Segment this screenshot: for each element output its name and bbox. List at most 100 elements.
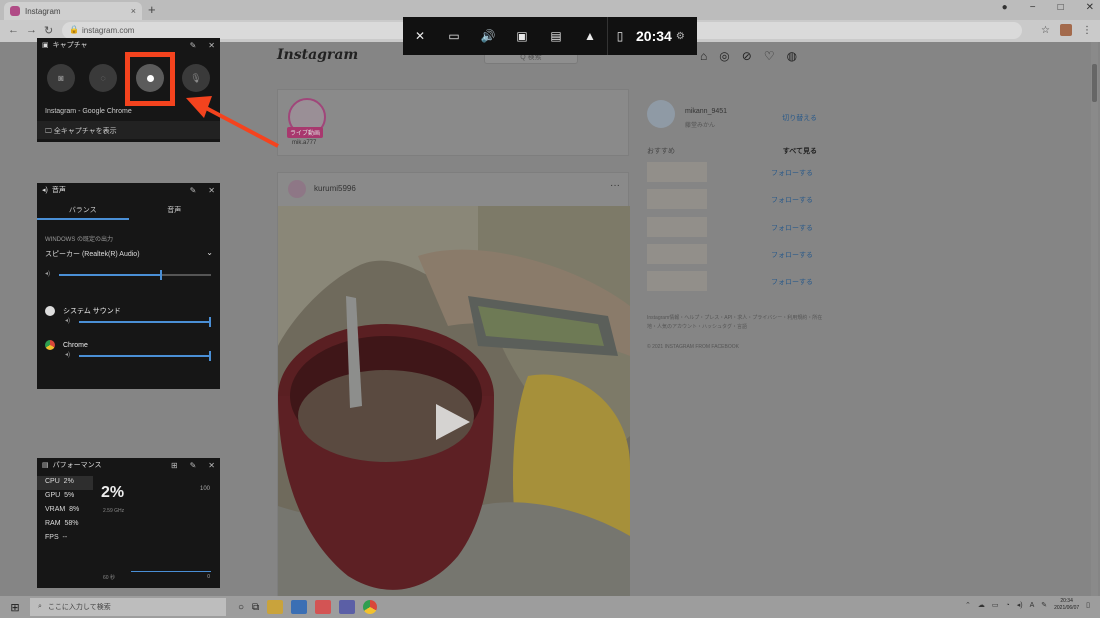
page-scrollbar[interactable] — [1091, 42, 1098, 596]
options-icon[interactable]: ⊞ — [171, 461, 178, 470]
onedrive-icon[interactable]: ☁ — [978, 601, 985, 609]
account-username[interactable]: mikann_9451 — [685, 108, 727, 115]
follow-button[interactable]: フォローする — [771, 195, 813, 205]
mouse-icon[interactable]: ▯ — [608, 17, 632, 55]
app-volume-slider[interactable] — [79, 317, 211, 327]
post-video-thumbnail[interactable] — [278, 206, 630, 596]
tab-voice[interactable]: 音声 — [129, 205, 221, 220]
browser-tab[interactable]: Instagram × — [4, 2, 142, 20]
performance-icon[interactable]: ▤ — [539, 17, 573, 55]
scrollbar-thumb[interactable] — [1092, 64, 1097, 102]
close-window-button[interactable]: ✕ — [1086, 2, 1094, 13]
post-more-icon[interactable]: ··· — [610, 180, 620, 191]
metric-vram[interactable]: VRAM 8% — [37, 504, 93, 518]
close-icon[interactable]: ✕ — [208, 461, 215, 470]
store-icon[interactable] — [315, 600, 332, 614]
follow-button[interactable]: フォローする — [771, 277, 813, 287]
pin-icon[interactable]: ✎ — [190, 186, 197, 195]
reload-icon[interactable]: ↻ — [44, 24, 53, 37]
suggestion-row: フォローする — [647, 244, 817, 266]
graph-duration-label: 60 秒 — [103, 575, 115, 581]
cortana-icon[interactable]: ○ — [238, 602, 244, 613]
settings-gear-icon[interactable]: ⚙ — [676, 31, 685, 42]
file-explorer-icon[interactable] — [267, 600, 284, 614]
account-avatar[interactable] — [647, 100, 675, 128]
teams-icon[interactable] — [339, 600, 356, 614]
follow-button[interactable]: フォローする — [771, 168, 813, 178]
play-icon[interactable] — [436, 404, 470, 440]
coffee-photo — [278, 206, 630, 596]
follow-button[interactable]: フォローする — [771, 250, 813, 260]
xbox-icon[interactable]: ✕ — [403, 17, 437, 55]
feed-post: kurumi5996 ··· — [277, 172, 630, 596]
mic-toggle-button[interactable]: 🎙 — [182, 64, 210, 92]
chrome-taskbar-icon[interactable] — [363, 600, 378, 614]
instagram-logo[interactable]: Instagram — [277, 47, 358, 63]
explore-compass-icon[interactable]: ⊘ — [742, 49, 752, 63]
performance-widget-header: ▤ パフォーマンス ⊞ ✎ ✕ — [37, 458, 220, 472]
back-arrow-icon[interactable]: ← — [8, 24, 19, 36]
master-volume-knob[interactable] — [160, 270, 163, 280]
pin-icon[interactable]: ✎ — [190, 461, 197, 470]
minimize-button[interactable]: − — [1030, 2, 1036, 13]
ime-icon[interactable]: A — [1030, 602, 1035, 609]
task-view-icon[interactable]: ⧉ — [252, 602, 259, 613]
forward-arrow-icon[interactable]: → — [26, 24, 37, 36]
tab-close-icon[interactable]: × — [131, 6, 136, 16]
taskbar-search-placeholder: ここに入力して検索 — [47, 604, 111, 611]
close-icon[interactable]: ✕ — [208, 41, 215, 50]
footer-links[interactable]: Instagram情報・ヘルプ・プレス・API・求人・プライバシー・利用規約・所… — [647, 314, 827, 332]
metric-ram[interactable]: RAM 58% — [37, 518, 93, 532]
mail-icon[interactable] — [291, 600, 308, 614]
post-avatar[interactable] — [288, 180, 306, 198]
capture-widget-title: キャプチャ — [52, 42, 88, 49]
post-username[interactable]: kurumi5996 — [314, 184, 356, 193]
record-last-30s-button[interactable]: ◌ — [89, 64, 117, 92]
heart-icon[interactable]: ♡ — [764, 49, 775, 63]
see-all-link[interactable]: すべて見る — [783, 146, 817, 156]
volume-tray-icon[interactable]: ◂) — [1017, 601, 1023, 609]
windows-start-icon[interactable]: ⊞ — [0, 601, 30, 614]
tab-mix[interactable]: バランス — [37, 205, 129, 220]
account-indicator-icon[interactable]: ● — [1002, 2, 1008, 13]
tray-chevron-up-icon[interactable]: ⌃ — [965, 601, 971, 609]
maximize-button[interactable]: □ — [1058, 2, 1064, 13]
taskbar-clock[interactable]: 20:34 2021/06/07 — [1054, 598, 1079, 612]
output-device-select[interactable]: スピーカー (Realtek(R) Audio) ⌄ — [45, 248, 213, 259]
app-volume-knob[interactable] — [209, 317, 211, 327]
capture-widget-header: ▣ キャプチャ ✎ ✕ — [37, 38, 220, 52]
messenger-icon[interactable]: ◎ — [719, 49, 729, 63]
switch-account-link[interactable]: 切り替える — [782, 113, 817, 123]
follow-button[interactable]: フォローする — [771, 223, 813, 233]
close-icon[interactable]: ✕ — [208, 186, 215, 195]
sidebar-account: mikann_9451 藤堂みかん 切り替える — [647, 100, 817, 140]
screenshot-button[interactable]: ◙ — [47, 64, 75, 92]
capture-icon[interactable]: ▣ — [505, 17, 539, 55]
metric-value: 8% — [69, 506, 80, 513]
battery-icon[interactable]: ▭ — [992, 601, 999, 609]
pen-icon[interactable]: ✎ — [1041, 601, 1047, 609]
taskbar-search-box[interactable]: ⌕ ここに入力して検索 — [30, 598, 226, 616]
app-volume-slider[interactable] — [79, 351, 211, 361]
profile-avatar-icon[interactable]: ◍ — [787, 49, 797, 63]
master-volume-fill — [59, 274, 163, 276]
bookmark-star-icon[interactable]: ☆ — [1041, 25, 1050, 36]
network-icon[interactable]: ◔ — [1005, 602, 1009, 609]
metric-gpu[interactable]: GPU 5% — [37, 490, 93, 504]
instagram-nav: ⌂ ◎ ⊘ ♡ ◍ — [700, 49, 797, 63]
pin-icon[interactable]: ✎ — [190, 41, 197, 50]
app-volume-knob[interactable] — [209, 351, 211, 361]
new-tab-button[interactable]: + — [148, 2, 156, 17]
app-name: システム サウンド — [63, 308, 121, 315]
widget-menu-icon[interactable]: ▭ — [437, 17, 471, 55]
master-volume-slider[interactable] — [59, 270, 211, 280]
notifications-icon[interactable]: ▯ — [1086, 601, 1090, 609]
show-all-captures-button[interactable]: 🖵 全キャプチャを表示 — [37, 121, 220, 139]
audio-icon[interactable]: 🔊 — [471, 17, 505, 55]
home-icon[interactable]: ⌂ — [700, 49, 707, 63]
metric-fps[interactable]: FPS -- — [37, 532, 93, 546]
resources-icon[interactable]: ▲ — [573, 17, 607, 55]
metric-cpu[interactable]: CPU 2% — [37, 476, 93, 490]
profile-avatar[interactable] — [1060, 24, 1072, 36]
menu-kebab-icon[interactable]: ⋮ — [1082, 25, 1092, 36]
